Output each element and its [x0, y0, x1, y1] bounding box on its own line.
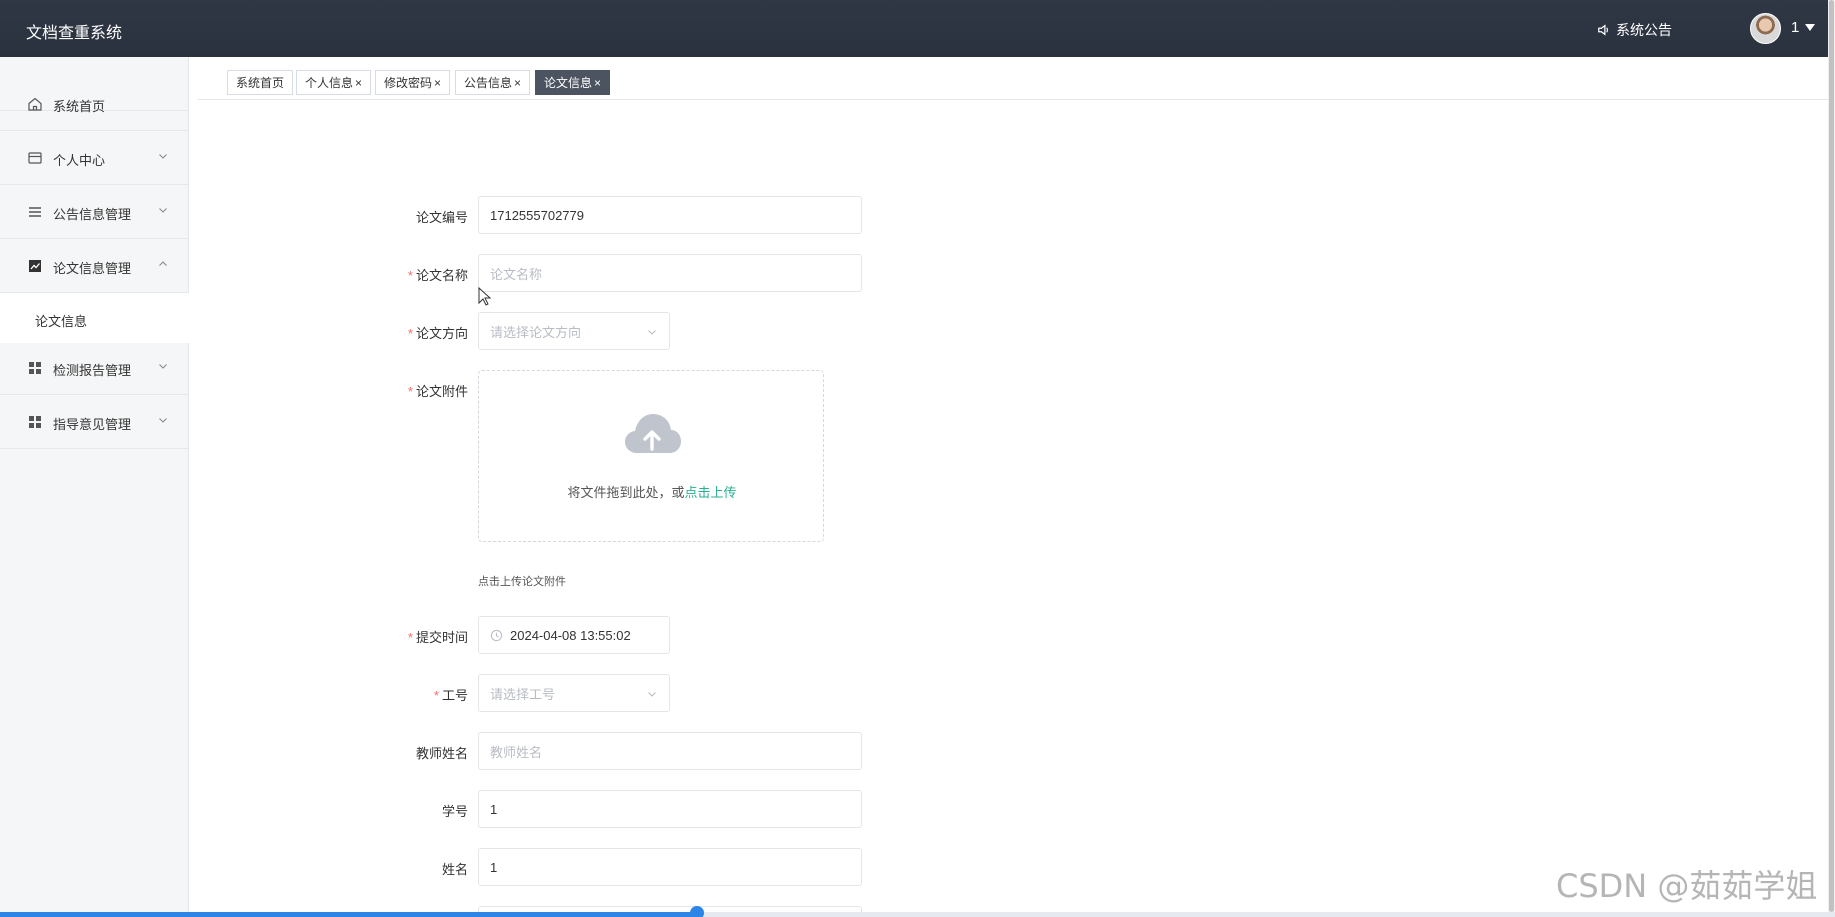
sidebar-item-label: 论文信息管理: [53, 261, 132, 276]
speaker-icon: [1598, 24, 1608, 36]
watermark: CSDN @茹茹学姐: [1556, 867, 1818, 905]
sidebar-item-label: 系统首页: [53, 99, 106, 114]
user-avatar[interactable]: [1750, 13, 1781, 44]
chart-icon: [29, 260, 41, 272]
student-name-label: 姓名: [441, 862, 468, 877]
paper-name-label: * 论文名称: [407, 268, 468, 283]
chevron-down-icon: [159, 208, 167, 213]
chevron-up-icon: [159, 261, 167, 266]
teacher-name-label: 教师姓名: [415, 746, 468, 761]
mouse-cursor-icon: [478, 287, 492, 306]
list-icon: [29, 207, 41, 217]
scrollbar-thumb[interactable]: [1829, 0, 1834, 912]
sidebar-item-report-management[interactable]: 检测报告管理: [0, 341, 189, 395]
tabs-bar: 系统首页 个人信息 × 修改密码 × 公告信息 × 论文信息 ×: [198, 57, 1835, 100]
home-icon: [28, 97, 42, 111]
sidebar-item-label: 指导意见管理: [53, 417, 132, 432]
upload-hint: 点击上传论文附件: [478, 576, 566, 588]
submit-time-picker[interactable]: 2024-04-08 13:55:02: [478, 616, 670, 654]
paper-name-input[interactable]: 论文名称: [478, 254, 862, 292]
chevron-down-icon: [648, 692, 656, 697]
student-name-input[interactable]: 1: [478, 848, 862, 886]
video-progress-fill: [0, 912, 698, 917]
tab-home[interactable]: 系统首页: [227, 70, 294, 95]
sidebar-item-notice-management[interactable]: 公告信息管理: [0, 185, 189, 239]
paper-name-placeholder: 论文名称: [490, 266, 543, 282]
student-no-input[interactable]: 1: [478, 790, 862, 828]
attachment-label: * 论文附件: [407, 384, 468, 399]
sidebar-item-label: 检测报告管理: [53, 363, 132, 378]
tab-personal-info[interactable]: 个人信息 ×: [296, 70, 372, 95]
tab-label: 个人信息: [305, 76, 354, 90]
student-no-label: 学号: [441, 804, 468, 819]
tab-paper-info[interactable]: 论文信息 ×: [535, 70, 611, 95]
paper-direction-label: * 论文方向: [407, 326, 468, 341]
video-progress-handle[interactable]: [690, 906, 705, 917]
paper-direction-select[interactable]: 请选择论文方向: [478, 312, 670, 350]
sidebar-item-personal-center[interactable]: 个人中心: [0, 131, 189, 185]
paper-no-input[interactable]: 1712555702779: [478, 196, 862, 234]
sidebar-item-home[interactable]: 系统首页: [0, 77, 189, 131]
teacher-name-placeholder: 教师姓名: [490, 744, 543, 760]
tab-notice-info[interactable]: 公告信息 ×: [455, 70, 531, 95]
paper-no-value: 1712555702779: [490, 207, 584, 223]
tab-label: 公告信息: [464, 76, 513, 90]
tab-label: 系统首页: [236, 76, 285, 90]
chevron-down-icon: [159, 364, 167, 369]
sidebar-subitem-paper-info[interactable]: 论文信息: [0, 293, 189, 343]
top-header: 文档查重系统 系统公告 1: [0, 0, 1835, 57]
clock-icon: [490, 629, 503, 641]
sidebar-item-guidance-management[interactable]: 指导意见管理: [0, 395, 189, 449]
grid-icon: [29, 362, 41, 374]
chevron-down-icon: [159, 154, 167, 159]
submit-time-label: * 提交时间: [407, 630, 468, 645]
work-no-label: * 工号: [433, 688, 468, 703]
submit-time-value: 2024-04-08 13:55:02: [510, 627, 631, 643]
upload-instructions: 将文件拖到此处，或点击上传: [567, 485, 737, 500]
notice-label: 系统公告: [1616, 22, 1672, 38]
chevron-down-icon[interactable]: [1805, 24, 1815, 31]
app-title: 文档查重系统: [26, 25, 123, 42]
sidebar-item-paper-management[interactable]: 论文信息管理: [0, 239, 189, 293]
tab-label: 论文信息: [544, 76, 593, 90]
tab-change-password[interactable]: 修改密码 ×: [375, 70, 451, 95]
paper-no-label: 论文编号: [415, 210, 468, 225]
work-no-placeholder: 请选择工号: [490, 686, 556, 702]
click-upload-link[interactable]: 点击上传: [685, 485, 737, 500]
user-name[interactable]: 1: [1791, 19, 1799, 36]
system-notice-link[interactable]: 系统公告: [1597, 20, 1672, 40]
close-icon[interactable]: ×: [594, 76, 601, 90]
teacher-name-input[interactable]: 教师姓名: [478, 732, 862, 770]
close-icon[interactable]: ×: [355, 76, 362, 90]
chevron-down-icon: [648, 330, 656, 335]
close-icon[interactable]: ×: [434, 76, 441, 90]
chevron-down-icon: [159, 418, 167, 423]
paper-direction-placeholder: 请选择论文方向: [490, 324, 582, 340]
file-upload-dropzone[interactable]: 将文件拖到此处，或点击上传: [478, 370, 824, 542]
cloud-upload-icon: [625, 414, 681, 453]
sidebar-item-label: 公告信息管理: [53, 207, 132, 222]
tab-label: 修改密码: [384, 76, 433, 90]
card-icon: [28, 152, 42, 164]
close-icon[interactable]: ×: [514, 76, 521, 90]
sidebar-item-label: 个人中心: [53, 153, 106, 168]
grid-icon: [29, 416, 41, 428]
work-no-select[interactable]: 请选择工号: [478, 674, 670, 712]
student-no-value: 1: [490, 801, 498, 817]
student-name-value: 1: [490, 859, 498, 875]
sidebar-subitem-label: 论文信息: [35, 314, 88, 329]
